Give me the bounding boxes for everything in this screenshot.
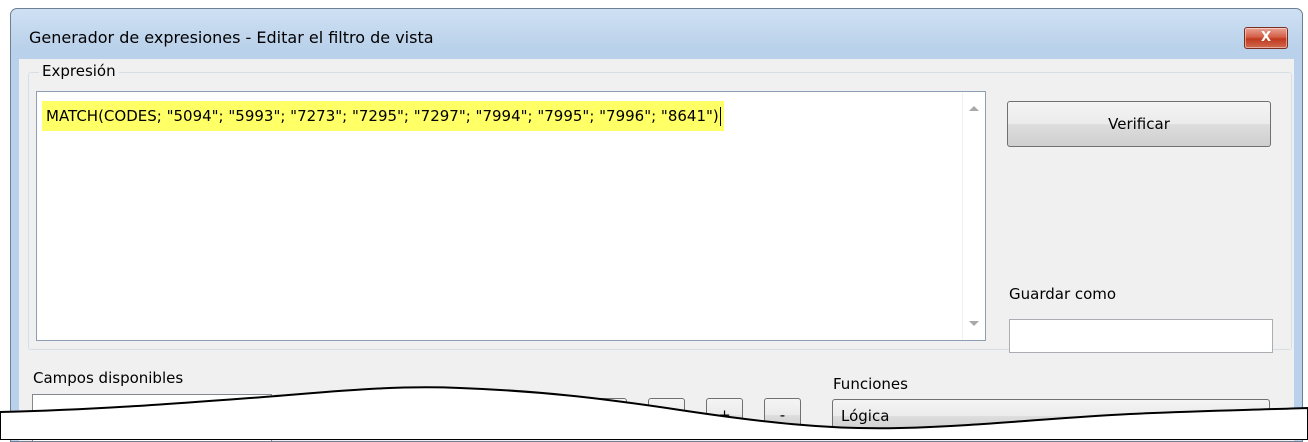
dialog-client-area: Expresión MATCH(CODES; "5094"; "5993"; "…: [19, 59, 1294, 441]
vertical-scrollbar[interactable]: [962, 92, 985, 340]
save-as-input[interactable]: [1009, 319, 1273, 353]
operator-equals-button[interactable]: =: [532, 398, 569, 432]
expression-text-highlight: MATCH(CODES; "5094"; "5993"; "7273"; "72…: [42, 101, 724, 131]
close-button[interactable]: X: [1244, 27, 1288, 49]
close-icon: X: [1260, 30, 1272, 45]
operator-plus-button[interactable]: +: [706, 398, 743, 432]
functions-selected-value: Lógica: [841, 407, 890, 425]
expression-builder-dialog: Generador de expresiones - Editar el fil…: [10, 8, 1303, 442]
functions-dropdown[interactable]: Lógica: [832, 399, 1270, 433]
scroll-down-arrow-icon[interactable]: [969, 321, 979, 326]
scroll-up-arrow-icon[interactable]: [969, 106, 979, 111]
operator-not-equal-button[interactable]: <>: [590, 398, 627, 432]
save-as-label: Guardar como: [1009, 285, 1117, 303]
available-fields-list[interactable]: [32, 394, 272, 441]
expression-textarea[interactable]: MATCH(CODES; "5094"; "5993"; "7273"; "72…: [36, 91, 986, 341]
functions-label: Funciones: [833, 375, 908, 393]
available-fields-label: Campos disponibles: [33, 369, 184, 387]
expression-groupbox: Expresión MATCH(CODES; "5094"; "5993"; "…: [28, 62, 1292, 353]
text-caret: [719, 107, 721, 126]
expression-group-label: Expresión: [39, 62, 119, 80]
expression-text: MATCH(CODES; "5094"; "5993"; "7273"; "72…: [46, 107, 719, 125]
chevron-down-icon: [1251, 414, 1261, 420]
window-title: Generador de expresiones - Editar el fil…: [29, 28, 434, 47]
title-bar: Generador de expresiones - Editar el fil…: [11, 9, 1302, 59]
verify-button[interactable]: Verificar: [1007, 101, 1271, 147]
operator-minus-button[interactable]: -: [764, 398, 801, 432]
operator-and-button[interactable]: Y: [648, 398, 685, 432]
